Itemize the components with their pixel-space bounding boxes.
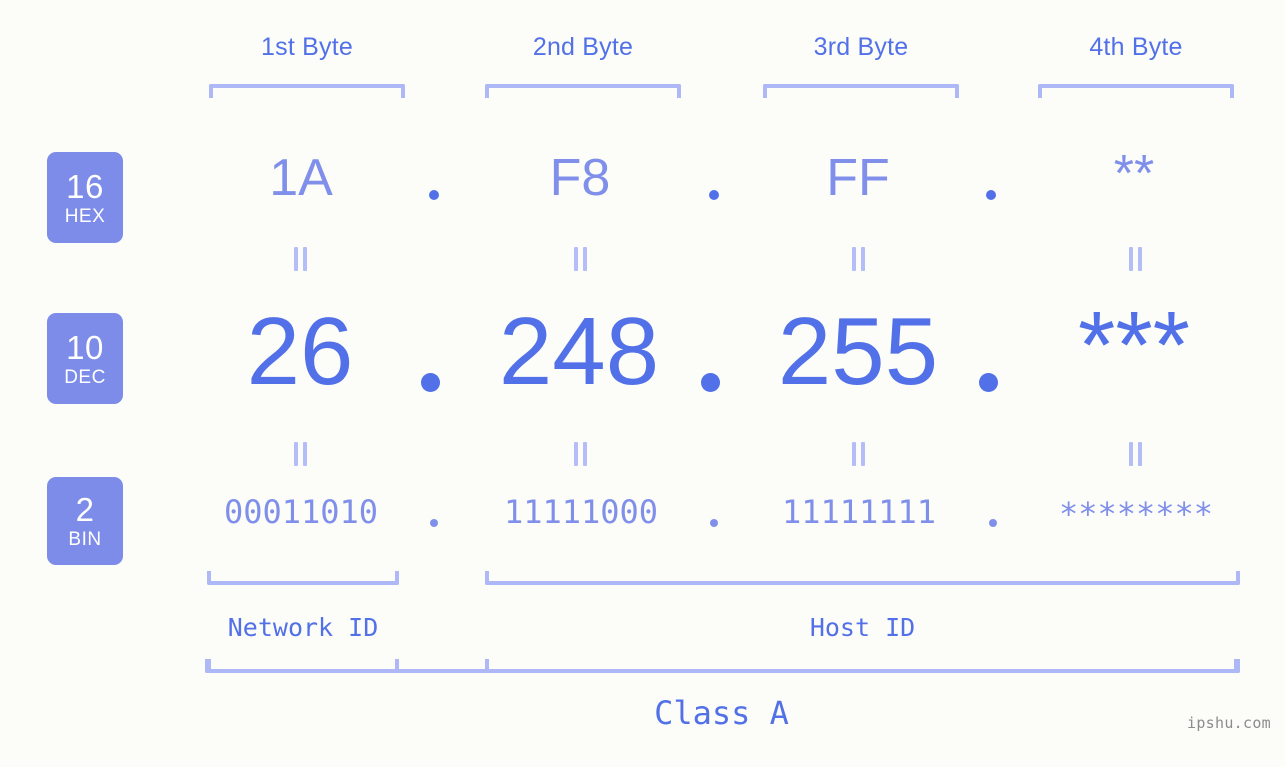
- hex-separator-dot-1: [429, 190, 439, 200]
- byte-bracket-top-2: [485, 84, 681, 98]
- equals-connector-dec-bin-1: [294, 442, 308, 466]
- host-id-bracket-top: [485, 571, 1240, 585]
- base-badge-bin-name: BIN: [68, 529, 102, 550]
- class-label: Class A: [654, 694, 789, 732]
- base-badge-dec-name: DEC: [64, 366, 106, 388]
- byte-bracket-top-3: [763, 84, 959, 98]
- base-badge-dec-number: 10: [66, 328, 104, 366]
- equals-connector-hex-dec-1: [294, 247, 308, 271]
- base-badge-dec: 10 DEC: [47, 313, 123, 404]
- ip-byte-breakdown-diagram: 1st Byte 2nd Byte 3rd Byte 4th Byte 16 H…: [0, 0, 1285, 767]
- equals-connector-dec-bin-4: [1129, 442, 1143, 466]
- hex-separator-dot-2: [709, 190, 719, 200]
- watermark: ipshu.com: [1187, 714, 1271, 732]
- byte-header-label-1: 1st Byte: [261, 33, 353, 61]
- dec-separator-dot-2: [701, 373, 720, 392]
- equals-connector-dec-bin-3: [852, 442, 866, 466]
- base-badge-hex-number: 16: [66, 167, 104, 205]
- equals-connector-hex-dec-4: [1129, 247, 1143, 271]
- base-badge-bin: 2 BIN: [47, 477, 123, 565]
- base-badge-hex: 16 HEX: [47, 152, 123, 243]
- host-id-label: Host ID: [809, 613, 916, 642]
- byte-header-label-4: 4th Byte: [1089, 33, 1183, 61]
- network-id-bracket-top: [207, 571, 399, 585]
- equals-connector-dec-bin-2: [574, 442, 588, 466]
- bin-separator-dot-3: [989, 519, 997, 527]
- bin-separator-dot-2: [710, 519, 718, 527]
- hex-value-byte-4: **: [1113, 145, 1155, 203]
- hex-value-byte-2: F8: [549, 149, 611, 207]
- byte-bracket-top-1: [209, 84, 405, 98]
- equals-connector-hex-dec-3: [852, 247, 866, 271]
- byte-bracket-top-4: [1038, 84, 1234, 98]
- dec-separator-dot-1: [421, 373, 440, 392]
- byte-header-label-3: 3rd Byte: [813, 33, 909, 61]
- bin-value-byte-1: 00011010: [223, 493, 379, 531]
- hex-separator-dot-3: [986, 190, 996, 200]
- equals-connector-hex-dec-2: [574, 247, 588, 271]
- dec-value-byte-3: 255: [777, 298, 939, 405]
- hex-value-byte-1: 1A: [269, 149, 333, 207]
- base-badge-hex-name: HEX: [64, 205, 106, 227]
- bin-value-byte-2: 11111000: [503, 493, 659, 531]
- bin-value-byte-3: 11111111: [781, 493, 937, 531]
- bin-separator-dot-1: [430, 519, 438, 527]
- dec-separator-dot-3: [979, 373, 998, 392]
- bin-value-byte-4: ********: [1058, 495, 1214, 533]
- dec-value-byte-4: ***: [1077, 292, 1191, 399]
- hex-value-byte-3: FF: [826, 149, 890, 207]
- byte-header-label-2: 2nd Byte: [532, 33, 634, 61]
- dec-value-byte-2: 248: [498, 298, 660, 405]
- network-id-label: Network ID: [227, 613, 379, 642]
- dec-value-byte-1: 26: [246, 298, 354, 405]
- base-badge-bin-number: 2: [75, 491, 95, 528]
- class-bracket: [205, 659, 1238, 673]
